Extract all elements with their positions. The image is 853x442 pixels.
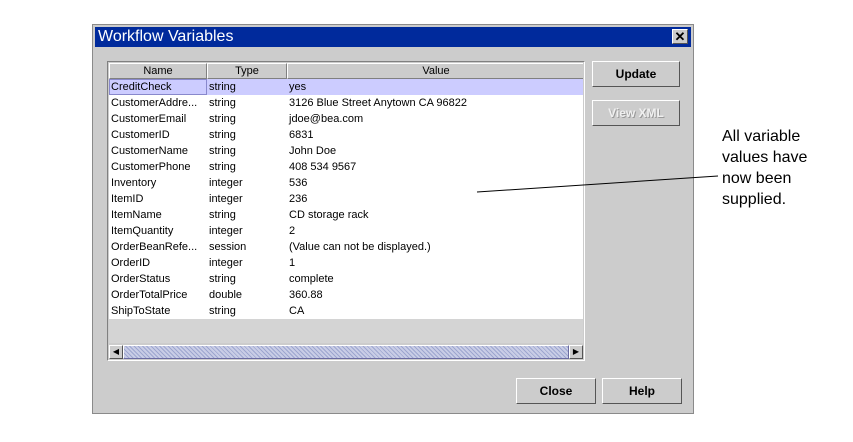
annotation-leader-line — [476, 175, 719, 193]
annotation-callout: All variable values have now been suppli… — [722, 128, 808, 208]
